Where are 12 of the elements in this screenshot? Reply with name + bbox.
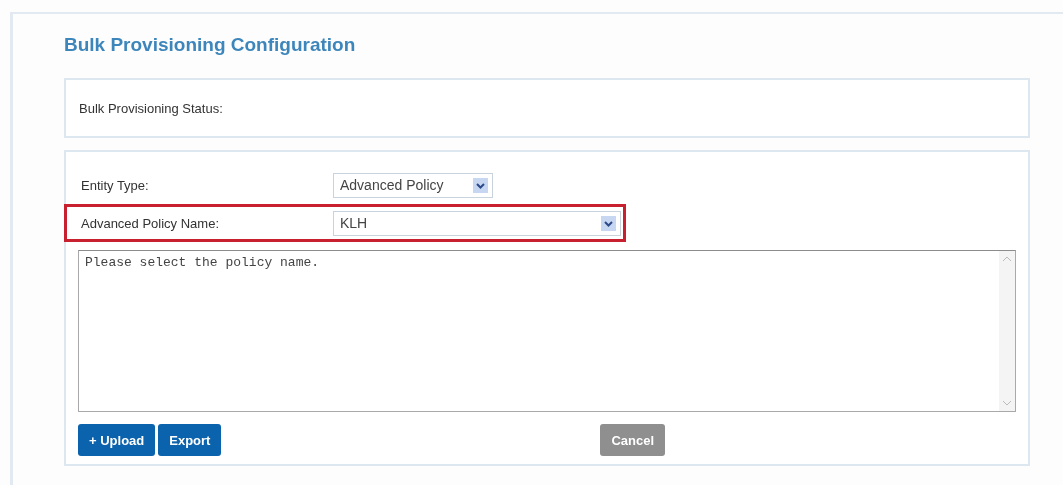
caret-icon: [473, 177, 488, 193]
scrollbar[interactable]: [999, 251, 1015, 411]
status-label: Bulk Provisioning Status:: [79, 100, 223, 116]
export-button[interactable]: Export: [158, 424, 222, 456]
message-area[interactable]: Please select the policy name.: [78, 250, 1016, 412]
field-label: Advanced Policy Name:: [81, 215, 219, 231]
dropdown[interactable]: KLH: [333, 210, 621, 236]
upload-button[interactable]: + Upload: [78, 424, 156, 456]
caret-icon: [601, 215, 616, 231]
page-title: Bulk Provisioning Configuration: [64, 34, 357, 56]
field-label: Entity Type:: [81, 177, 149, 193]
dropdown[interactable]: Advanced Policy: [333, 172, 493, 198]
